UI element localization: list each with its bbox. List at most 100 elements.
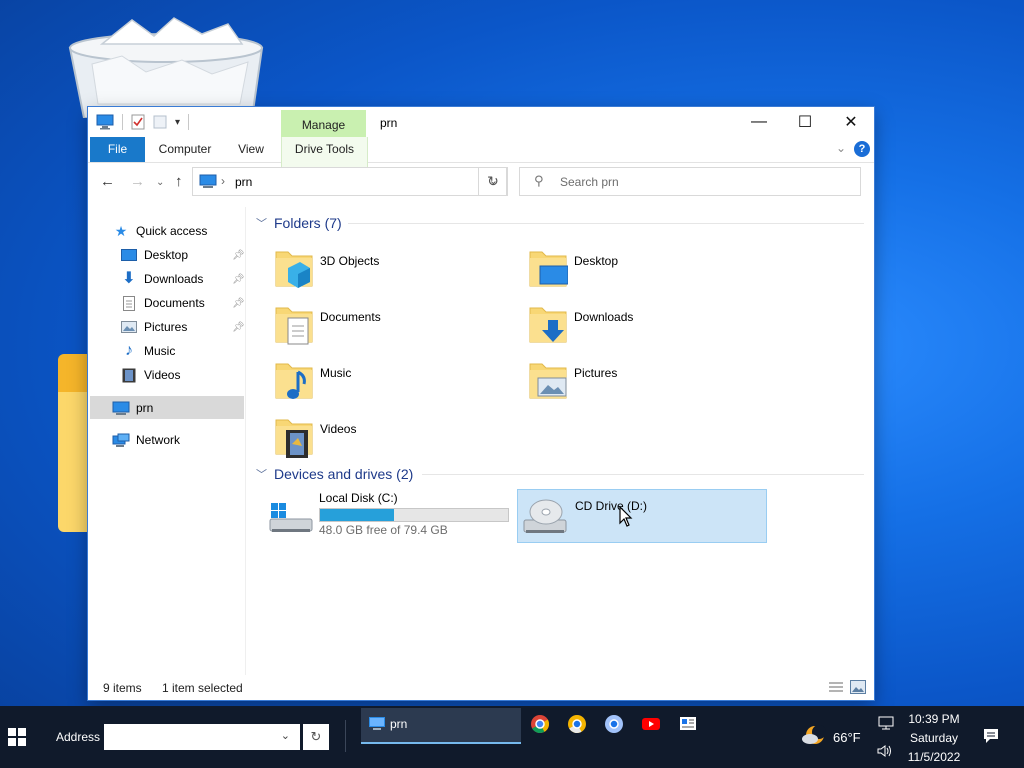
group-title: Folders (7) [274,215,342,231]
customize-qat-icon[interactable]: ▾ [175,117,180,128]
network-icon[interactable] [878,716,894,730]
drive-cd-d[interactable]: CD Drive (D:) [517,489,767,543]
folder-music[interactable]: Music [274,358,514,410]
taskbar-window-prn[interactable]: prn [361,708,521,744]
tab-view[interactable]: View [228,137,274,162]
properties-icon[interactable] [131,114,145,130]
cd-drive-icon [523,499,567,533]
navigation-bar: ← → ⌄ ↑ › prn ⌄ ↻ ⚲ Search prn [88,163,874,201]
minimize-button[interactable]: — [736,107,782,137]
folder-documents[interactable]: Documents [274,302,514,354]
chromium-icon[interactable] [603,713,625,735]
details-view-icon[interactable] [828,681,844,694]
help-icon[interactable]: ? [854,141,870,157]
news-app-icon[interactable] [677,713,699,735]
search-box[interactable]: ⚲ Search prn [519,167,861,196]
nav-label: Music [144,344,176,358]
folder-label: Documents [320,310,381,324]
nav-documents[interactable]: Documents [120,291,205,315]
drive-usage-bar [319,508,509,522]
folder-3d-objects[interactable]: 3D Objects [274,246,514,298]
quick-access-toolbar: ▾ [96,114,190,130]
up-arrow-icon[interactable]: ↑ [175,173,183,190]
weather-temperature[interactable]: 66°F [833,730,861,745]
drive-label: CD Drive (D:) [575,499,647,513]
chrome-beta-icon[interactable] [566,713,588,735]
nav-downloads[interactable]: ⬇ Downloads [120,267,203,291]
nav-videos[interactable]: Videos [120,363,180,387]
new-folder-icon[interactable] [153,114,167,130]
breadcrumb-location[interactable]: prn [235,175,252,189]
ribbon-tabs: File Computer View Drive Tools ⌄ ? [88,137,874,189]
address-bar[interactable]: › prn ⌄ [192,167,507,196]
pin-icon[interactable]: 📌︎ [232,250,245,261]
weather-moon-cloud-icon[interactable] [801,724,827,748]
desktop-folder-icon[interactable] [58,354,90,532]
pin-icon[interactable]: 📌︎ [232,298,245,309]
folder-downloads[interactable]: Downloads [528,302,768,354]
star-icon: ★ [114,223,128,239]
windows-start-icon[interactable] [8,728,26,746]
clock-day: Saturday [909,731,959,745]
recent-locations-icon[interactable]: ⌄ [156,177,164,188]
nav-pictures[interactable]: Pictures [120,315,187,339]
search-icon: ⚲ [534,173,544,188]
maximize-button[interactable]: ☐ [782,107,828,137]
back-arrow-icon[interactable]: ← [100,173,115,190]
computer-icon [96,114,114,130]
item-count: 9 items [103,681,142,695]
volume-icon[interactable] [877,744,893,758]
computer-icon [369,717,385,730]
nav-label: Downloads [144,272,204,286]
file-explorer-window: ▾ Manage prn — ☐ ✕ File Computer View Dr… [88,107,874,700]
refresh-button[interactable]: ↻ [478,167,508,196]
title-bar: ▾ Manage prn — ☐ ✕ [88,107,874,137]
film-icon [120,366,138,384]
breadcrumb-separator: › [221,174,225,188]
nav-quick-access[interactable]: ★ Quick access [112,219,208,243]
document-icon [120,294,138,312]
3d-objects-folder-icon [275,251,313,288]
manage-tab[interactable]: Manage [281,110,366,137]
folder-label: Videos [320,422,357,436]
pin-icon[interactable]: 📌︎ [232,274,245,285]
tab-computer[interactable]: Computer [152,137,218,162]
status-bar: 9 items 1 item selected [88,677,874,699]
devices-group-header[interactable]: ﹀ Devices and drives (2) [256,466,413,482]
system-clock[interactable]: 10:39 PM Saturday 11/5/2022 [903,710,965,767]
pictures-icon [120,318,138,336]
chrome-icon[interactable] [529,713,551,735]
pictures-folder-icon [529,363,567,399]
computer-icon [199,174,217,188]
expand-ribbon-icon[interactable]: ⌄ [836,141,846,155]
taskbar-window-title: prn [390,717,408,731]
nav-desktop[interactable]: Desktop [120,243,188,267]
music-note-icon: ♪ [125,342,133,359]
search-placeholder: Search prn [560,175,619,189]
large-icons-view-icon[interactable] [850,680,866,694]
nav-music[interactable]: ♪ Music [120,339,175,363]
clock-date: 11/5/2022 [907,750,961,764]
nav-label: Desktop [144,248,189,262]
taskbar-refresh-button[interactable]: ↻ [303,724,329,750]
nav-label: prn [136,401,154,415]
folder-videos[interactable]: Videos [274,414,514,466]
mouse-cursor-icon [619,506,633,527]
taskbar-address-input[interactable]: ⌄ [104,724,300,750]
nav-network[interactable]: Network [112,428,180,452]
tab-file[interactable]: File [90,137,145,162]
nav-this-pc[interactable]: prn [112,396,153,420]
forward-arrow-icon[interactable]: → [130,173,145,190]
address-toolbar-label: Address [56,730,101,744]
pin-icon[interactable]: 📌︎ [232,322,245,333]
notification-center-icon[interactable] [983,728,999,744]
folders-group-header[interactable]: ﹀ Folders (7) [256,215,342,231]
recycle-bin-icon[interactable] [62,14,272,118]
group-divider [422,474,864,475]
youtube-icon[interactable] [640,713,662,735]
close-button[interactable]: ✕ [828,107,874,137]
chevron-down-icon[interactable]: ⌄ [281,729,290,742]
nav-label: Network [136,433,181,447]
folder-pictures[interactable]: Pictures [528,358,768,410]
folder-desktop[interactable]: Desktop [528,246,768,298]
